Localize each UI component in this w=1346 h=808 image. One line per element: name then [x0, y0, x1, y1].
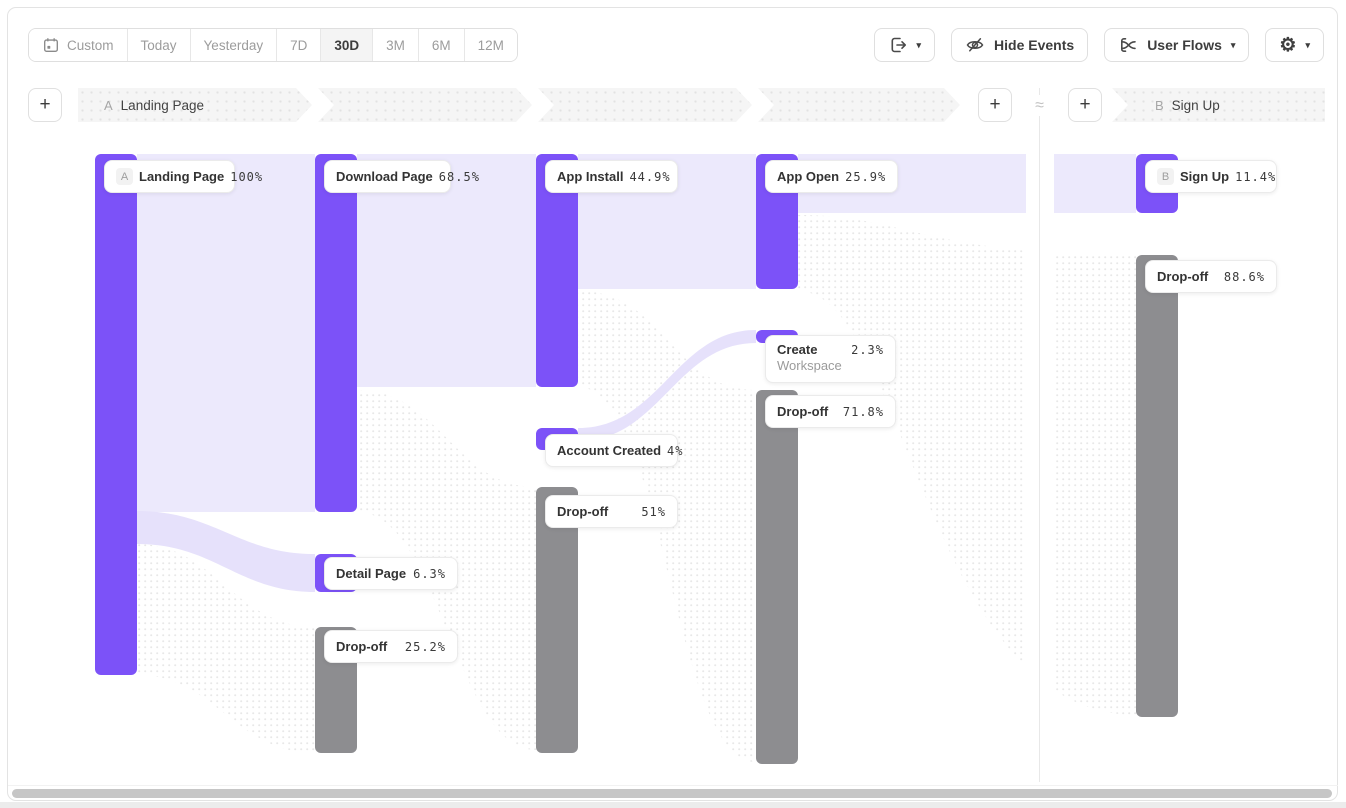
page-background-strip — [0, 802, 1346, 808]
step-badge: A — [116, 168, 133, 185]
eye-off-icon — [965, 35, 985, 55]
step-badge: B — [1157, 168, 1174, 185]
node-name: App Open — [777, 169, 839, 184]
flow-landing-to-download — [137, 154, 315, 512]
node-name: Drop-off — [336, 639, 387, 654]
hide-events-button[interactable]: Hide Events — [951, 28, 1088, 62]
node-label-dropoff-step2[interactable]: Drop-off 25.2% — [324, 630, 458, 663]
node-label-app-install[interactable]: App Install 44.9% — [545, 160, 678, 193]
step-a-banner: A Landing Page — [78, 88, 966, 122]
node-label-download-page[interactable]: Download Page 68.5% — [324, 160, 451, 193]
toolbar-right: ▾ Hide Events User Flows ▾ ⚙ ▾ — [874, 28, 1324, 62]
export-icon — [888, 35, 908, 55]
step-a-segment-1[interactable]: A Landing Page — [78, 88, 312, 122]
node-value: 51% — [641, 505, 666, 519]
node-value: 25.2% — [405, 640, 446, 654]
node-value: 71.8% — [843, 405, 884, 419]
step-gap — [1026, 130, 1054, 790]
node-value: 68.5% — [439, 170, 480, 184]
date-range-label: 6M — [432, 38, 451, 53]
node-bar-dropoff-stepb[interactable] — [1136, 255, 1178, 717]
date-range-label: 7D — [290, 38, 307, 53]
date-range-label: Yesterday — [204, 38, 264, 53]
node-name: Drop-off — [1157, 269, 1208, 284]
node-label-app-open[interactable]: App Open 25.9% — [765, 160, 898, 193]
date-range-6m[interactable]: 6M — [418, 29, 464, 61]
step-a-segment-3[interactable] — [538, 88, 752, 122]
node-value: 88.6% — [1224, 270, 1265, 284]
node-name: Drop-off — [557, 504, 608, 519]
node-name: Detail Page — [336, 566, 406, 581]
node-label-landing-page[interactable]: A Landing Page 100% — [104, 160, 235, 193]
node-bar-download-page[interactable] — [315, 154, 357, 512]
date-range-7d[interactable]: 7D — [276, 29, 320, 61]
node-value: 100% — [230, 170, 263, 184]
node-label-detail-page[interactable]: Detail Page 6.3% — [324, 557, 458, 590]
chevron-down-icon: ▾ — [1305, 41, 1310, 50]
node-name: Account Created — [557, 443, 661, 458]
date-range-label: 12M — [478, 38, 504, 53]
user-flows-button[interactable]: User Flows ▾ — [1104, 28, 1249, 62]
date-range-3m[interactable]: 3M — [372, 29, 418, 61]
node-name: Download Page — [336, 169, 433, 184]
step-b-banner[interactable]: B Sign Up — [1112, 88, 1325, 122]
chevron-down-icon: ▾ — [917, 41, 922, 50]
step-a-segment-4[interactable] — [758, 88, 960, 122]
date-range-label: Today — [141, 38, 177, 53]
user-flows-label: User Flows — [1147, 37, 1222, 53]
node-label-sign-up[interactable]: B Sign Up 11.4% — [1145, 160, 1277, 193]
step-a-name: Landing Page — [121, 98, 204, 113]
node-name: Drop-off — [777, 404, 828, 419]
node-label-dropoff-step4[interactable]: Drop-off 71.8% — [765, 395, 896, 428]
node-name: Create — [777, 342, 817, 357]
hide-events-label: Hide Events — [994, 37, 1074, 53]
node-label-create-workspace[interactable]: Create 2.3% Workspace — [765, 335, 896, 383]
chevron-down-icon: ▾ — [1231, 41, 1236, 50]
date-range-today[interactable]: Today — [127, 29, 190, 61]
footer-divider — [8, 785, 1338, 786]
step-a-letter: A — [104, 98, 113, 113]
step-separator-line — [1039, 88, 1040, 782]
step-b-name: Sign Up — [1172, 98, 1220, 113]
node-label-line1: Create 2.3% — [777, 342, 884, 357]
add-step-button-right[interactable]: + — [1068, 88, 1102, 122]
date-range-selector: Custom Today Yesterday 7D 30D 3M 6M 12M — [28, 28, 518, 62]
node-name: Landing Page — [139, 169, 224, 184]
step-b-letter: B — [1155, 98, 1164, 113]
node-value: 6.3% — [413, 567, 446, 581]
node-value: 25.9% — [845, 170, 886, 184]
step-a-segment-2[interactable] — [318, 88, 532, 122]
node-name: Sign Up — [1180, 169, 1229, 184]
node-label-account-created[interactable]: Account Created 4% — [545, 434, 678, 467]
date-range-30d[interactable]: 30D — [320, 29, 372, 61]
horizontal-scrollbar-thumb[interactable] — [12, 789, 1332, 798]
node-value: 11.4% — [1235, 170, 1276, 184]
export-button[interactable]: ▾ — [874, 28, 936, 62]
date-range-label: 30D — [334, 38, 359, 53]
node-bar-dropoff-step4[interactable] — [756, 390, 798, 764]
node-value: 4% — [667, 444, 683, 458]
gear-icon: ⚙ — [1279, 36, 1296, 55]
date-range-label: 3M — [386, 38, 405, 53]
node-name: App Install — [557, 169, 623, 184]
node-label-dropoff-step3[interactable]: Drop-off 51% — [545, 495, 678, 528]
flows-chart-icon — [1118, 35, 1138, 55]
node-value: 44.9% — [629, 170, 670, 184]
date-range-label: Custom — [67, 38, 114, 53]
approx-separator: ≈ — [1029, 95, 1050, 116]
calendar-icon — [42, 36, 60, 54]
node-bar-landing-page[interactable] — [95, 154, 137, 675]
node-label-dropoff-stepb[interactable]: Drop-off 88.6% — [1145, 260, 1277, 293]
settings-button[interactable]: ⚙ ▾ — [1265, 28, 1324, 62]
date-range-yesterday[interactable]: Yesterday — [190, 29, 277, 61]
node-value: 2.3% — [851, 343, 884, 357]
date-range-12m[interactable]: 12M — [464, 29, 517, 61]
node-name-line2: Workspace — [777, 358, 884, 373]
add-step-button-middle[interactable]: + — [978, 88, 1012, 122]
date-range-custom[interactable]: Custom — [29, 29, 127, 61]
flow-appopen-to-dropoff — [798, 215, 1136, 715]
add-step-button-left[interactable]: + — [28, 88, 62, 122]
